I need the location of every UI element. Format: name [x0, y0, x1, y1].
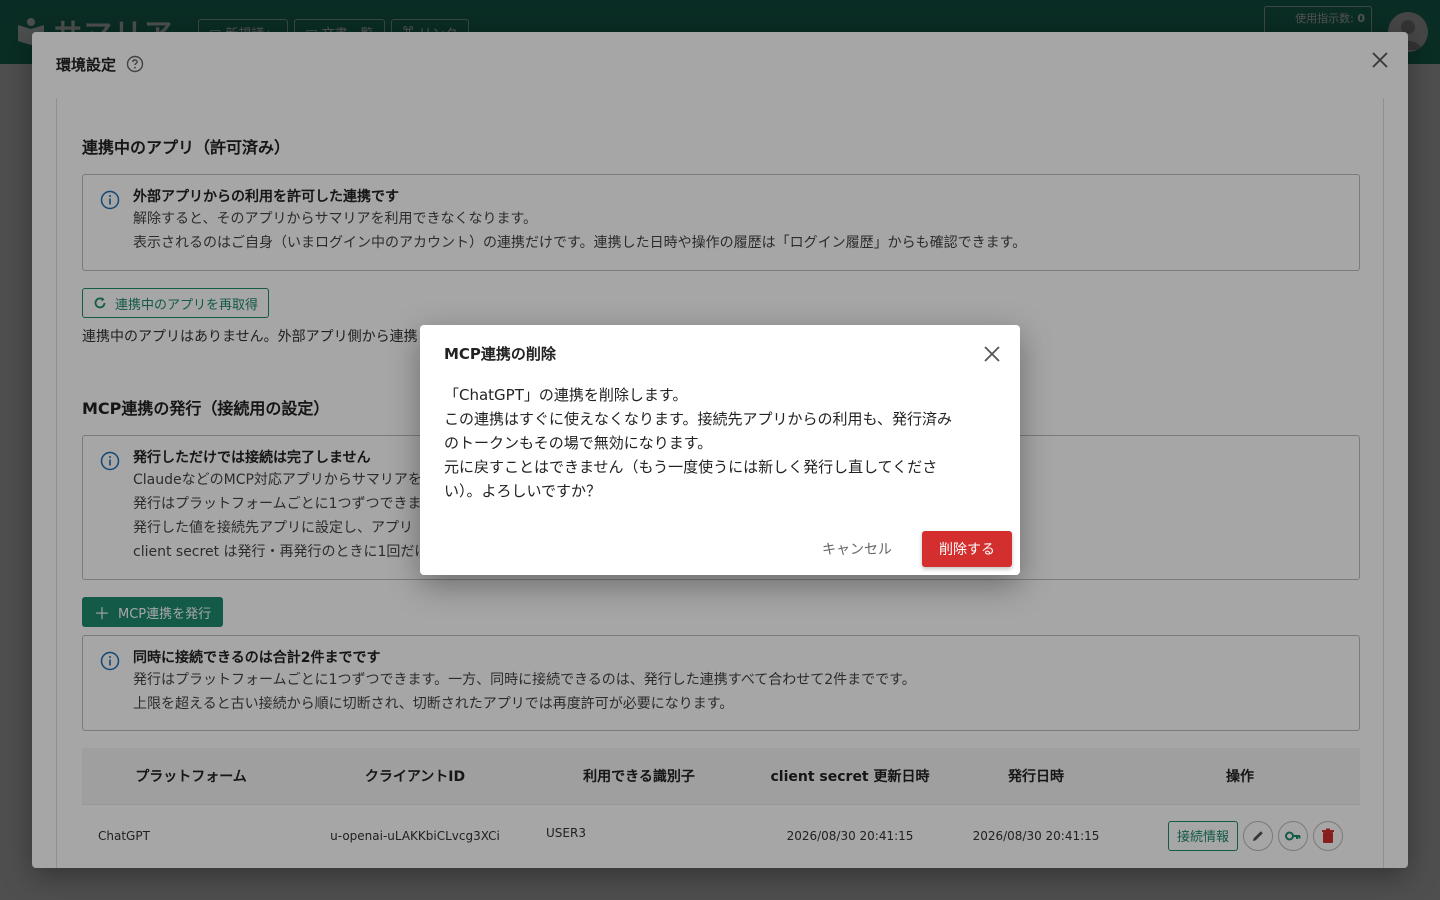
delete-confirm-dialog: MCP連携の削除 「ChatGPT」の連携を削除します。 この連携はすぐに使えな…: [420, 325, 1020, 575]
confirm-actions: キャンセル 削除する: [808, 531, 1012, 567]
confirm-title: MCP連携の削除: [444, 345, 556, 363]
confirm-line: この連携はすぐに使えなくなります。接続先アプリからの利用も、発行済み: [444, 410, 953, 428]
confirm-line: い）。よろしいですか？: [444, 482, 602, 500]
confirm-close-icon[interactable]: [982, 344, 1002, 364]
confirm-message: 「ChatGPT」の連携を削除します。 この連携はすぐに使えなくなります。接続先…: [444, 383, 996, 503]
confirm-line: のトークンもその場で無効になります。: [444, 434, 713, 452]
confirm-delete-button[interactable]: 削除する: [922, 531, 1012, 567]
confirm-line: 元に戻すことはできません（もう一度使うには新しく発行し直してくださ: [444, 458, 938, 476]
confirm-line: 「ChatGPT」の連携を削除します。: [444, 386, 688, 404]
cancel-button[interactable]: キャンセル: [808, 531, 906, 567]
